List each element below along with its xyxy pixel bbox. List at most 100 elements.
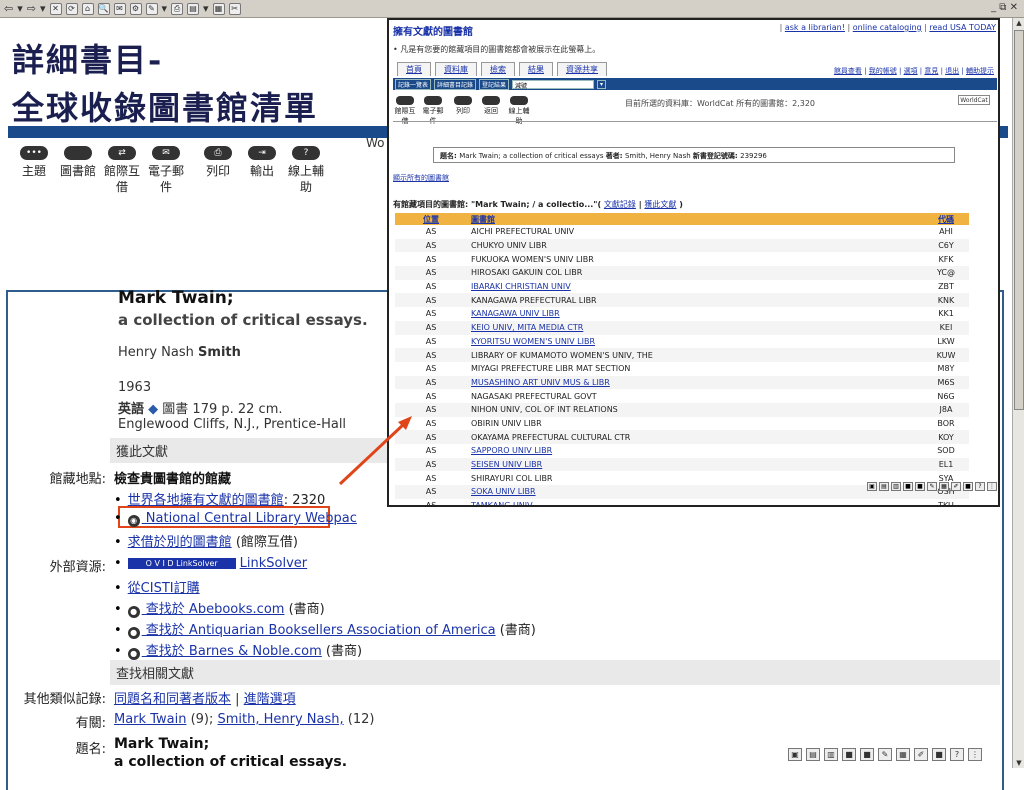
antiquarian-link[interactable]: 查找於 Antiquarian Booksellers Association … <box>142 623 496 638</box>
header-library[interactable]: 圖書館 <box>467 213 923 225</box>
tool-icon[interactable]: ▦ <box>896 748 910 761</box>
chevron-down-icon[interactable]: ▾ <box>597 79 607 89</box>
tool-icon[interactable]: ■ <box>903 482 913 491</box>
scroll-down-icon[interactable]: ▼ <box>1013 758 1024 768</box>
header-location[interactable]: 位置 <box>395 213 467 225</box>
tab-search[interactable]: 檢索 <box>481 62 515 76</box>
tab-resource-sharing[interactable]: 資源共享 <box>557 62 607 76</box>
cisti-link[interactable]: 從CISTI訂購 <box>128 581 200 596</box>
grid-icon[interactable]: ▦ <box>212 2 225 15</box>
detailed-record-button[interactable]: 詳細書目記錄 <box>434 78 477 90</box>
library-name-cell[interactable]: TAMKANG UNIV <box>467 499 923 505</box>
home-icon[interactable]: ⌂ <box>81 2 94 15</box>
help-icon[interactable]: ? <box>975 482 985 491</box>
tool-icon[interactable]: ▣ <box>788 748 802 761</box>
tool-icon[interactable]: ■ <box>842 748 856 761</box>
cut-icon[interactable]: ✂ <box>228 2 241 15</box>
tool-icon[interactable]: ▥ <box>891 482 901 491</box>
staff-view-link[interactable]: 館員查看 <box>834 67 862 75</box>
toolbar-print[interactable]: ⎙ 列印 <box>196 146 240 179</box>
popup-print-button[interactable]: 列印 <box>451 96 475 116</box>
tool-icon[interactable]: ■ <box>860 748 874 761</box>
help-icon[interactable]: ? <box>950 748 964 761</box>
scroll-thumb[interactable] <box>1014 30 1024 410</box>
tool-icon[interactable]: ▤ <box>879 482 889 491</box>
toolbar-help[interactable]: ? 線上輔助 <box>284 146 328 195</box>
pen-icon[interactable]: ✎ <box>878 748 892 761</box>
record-list-button[interactable]: 記錄一覽表 <box>395 78 432 90</box>
edit-icon[interactable]: ✎ <box>145 2 158 15</box>
advanced-options-link[interactable]: 進階選項 <box>244 692 296 707</box>
dropdown-icon[interactable]: ▾ <box>162 2 168 15</box>
popup-back-button[interactable]: 返回 <box>479 96 503 116</box>
linksolver-badge[interactable]: O V I D LinkSolver <box>127 558 236 569</box>
same-title-author-link[interactable]: 同題名和同著者版本 <box>114 692 231 707</box>
library-name-cell[interactable]: MUSASHINO ART UNIV MUS & LIBR <box>467 375 923 390</box>
pen-icon[interactable]: ✎ <box>927 482 937 491</box>
record-link[interactable]: 文獻記錄 <box>604 200 636 209</box>
tab-home[interactable]: 首頁 <box>397 62 431 76</box>
print-icon[interactable]: ⎙ <box>171 2 184 15</box>
tab-database[interactable]: 資料庫 <box>435 62 477 76</box>
dropdown-icon[interactable]: ▾ <box>203 2 209 15</box>
show-all-libraries-link[interactable]: 顯示所有的圖書館 <box>393 174 449 182</box>
library-name-cell[interactable]: SOKA UNIV LIBR <box>467 485 923 499</box>
header-code[interactable]: 代碼 <box>923 213 969 225</box>
related-smith-link[interactable]: Smith, Henry Nash, <box>218 712 344 727</box>
library-name-cell[interactable]: KEIO UNIV, MITA MEDIA CTR <box>467 320 923 335</box>
borrow-link[interactable]: 求借於別的圖書館 <box>128 535 232 550</box>
feedback-link[interactable]: 意見 <box>924 67 938 75</box>
hints-link[interactable]: 輔助提示 <box>966 67 994 75</box>
ask-librarian-link[interactable]: ask a librarian! <box>785 23 845 32</box>
more-icon[interactable]: ⋮ <box>987 482 997 491</box>
get-item-link[interactable]: 獲此文獻 <box>644 200 676 209</box>
tool-icon[interactable]: ■ <box>915 482 925 491</box>
window-controls[interactable]: _ ⧉ ✕ <box>991 2 1018 13</box>
libraries-worldwide-link[interactable]: 世界各地擁有文獻的圖書館 <box>128 493 284 508</box>
page-icon[interactable]: ▤ <box>187 2 200 15</box>
toolbar-subject[interactable]: ••• 主題 <box>12 146 56 179</box>
pencil-icon[interactable]: ✐ <box>914 748 928 761</box>
dropdown-icon[interactable]: ▾ <box>17 2 23 15</box>
library-name-cell[interactable]: KANAGAWA UNIV LIBR <box>467 307 923 321</box>
library-name-cell[interactable]: KYORITSU WOMEN'S UNIV LIBR <box>467 335 923 349</box>
online-cataloging-link[interactable]: online cataloging <box>853 23 922 32</box>
library-name-cell[interactable]: IBARAKI CHRISTIAN UNIV <box>467 280 923 294</box>
mail-icon[interactable]: ✉ <box>113 2 126 15</box>
tool-icon[interactable]: ▣ <box>867 482 877 491</box>
tool-icon[interactable]: ■ <box>932 748 946 761</box>
library-name-cell[interactable]: SEISEN UNIV LIBR <box>467 457 923 472</box>
tool-icon[interactable]: ▤ <box>806 748 820 761</box>
toolbar-export[interactable]: ⇥ 輸出 <box>240 146 284 179</box>
toolbar-library[interactable]: 圖書館 <box>56 146 100 179</box>
my-account-link[interactable]: 我的帳號 <box>869 67 897 75</box>
linksolver-link[interactable]: LinkSolver <box>240 556 307 571</box>
usa-today-link[interactable]: read USA TODAY <box>929 23 996 32</box>
tab-results[interactable]: 結果 <box>519 62 553 76</box>
tool-icon[interactable]: ▥ <box>824 748 838 761</box>
refresh-icon[interactable]: ⟳ <box>65 2 78 15</box>
barnes-noble-link[interactable]: 查找於 Barnes & Noble.com <box>142 644 322 659</box>
abebooks-link[interactable]: 查找於 Abebooks.com <box>142 602 285 617</box>
tool-icon[interactable]: ▦ <box>939 482 949 491</box>
pencil-icon[interactable]: ✐ <box>951 482 961 491</box>
exit-link[interactable]: 退出 <box>945 67 959 75</box>
toolbar-email[interactable]: ✉ 電子郵件 <box>144 146 188 195</box>
toolbar-interlibrary-loan[interactable]: ⇄ 館際互借 <box>100 146 144 195</box>
dropdown-icon[interactable]: ▾ <box>40 2 46 15</box>
vertical-scrollbar[interactable]: ▲ ▼ <box>1012 18 1024 768</box>
scroll-up-icon[interactable]: ▲ <box>1013 18 1024 28</box>
stop-icon[interactable]: ✕ <box>49 2 62 15</box>
tool-icon[interactable]: ■ <box>963 482 973 491</box>
popup-select[interactable]: 減號 <box>512 79 595 90</box>
marked-results-button[interactable]: 登記結果 <box>479 78 510 90</box>
settings-icon[interactable]: ⚙ <box>129 2 142 15</box>
library-name-cell[interactable]: SAPPORO UNIV LIBR <box>467 444 923 458</box>
more-icon[interactable]: ⋮ <box>968 748 982 761</box>
ncl-webpac-link[interactable]: National Central Library Webpac <box>142 511 357 526</box>
back-icon[interactable]: ⇦ <box>4 2 13 15</box>
related-mark-twain-link[interactable]: Mark Twain <box>114 712 186 727</box>
search-icon[interactable]: 🔍 <box>97 2 110 15</box>
forward-icon[interactable]: ⇨ <box>27 2 36 15</box>
options-link[interactable]: 選項 <box>904 67 918 75</box>
